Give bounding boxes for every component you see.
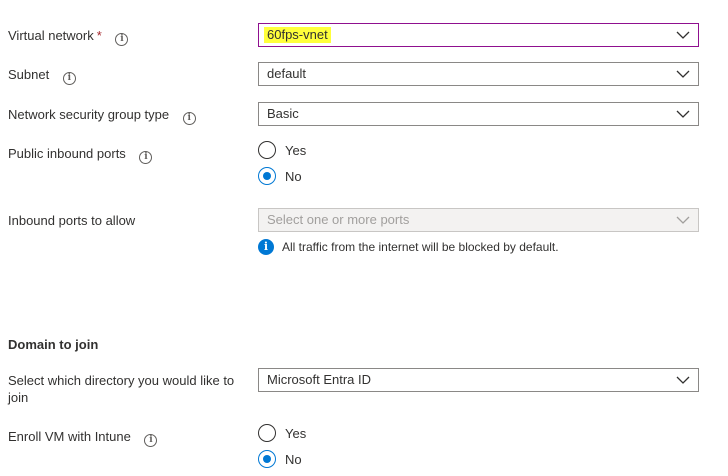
- inbound-ports-label: Inbound ports to allow: [8, 213, 136, 228]
- info-icon[interactable]: i: [144, 434, 158, 447]
- nsg-type-label: Network security group type i: [8, 106, 196, 125]
- radio-circle[interactable]: [258, 141, 276, 159]
- nsg-type-value: Basic: [267, 106, 299, 121]
- virtual-network-label: Virtual network * i: [8, 27, 129, 46]
- notice-text: All traffic from the internet will be bl…: [282, 240, 559, 254]
- enroll-intune-label: Enroll VM with Intune i: [8, 428, 158, 447]
- radio-circle[interactable]: [258, 167, 276, 185]
- inbound-ports-placeholder: Select one or more ports: [267, 212, 410, 227]
- info-icon[interactable]: i: [115, 33, 129, 46]
- radio-circle[interactable]: [258, 450, 276, 468]
- virtual-network-dropdown[interactable]: 60fps-vnet: [258, 23, 699, 47]
- virtual-network-value: 60fps-vnet: [264, 27, 331, 43]
- inbound-ports-dropdown: Select one or more ports: [258, 208, 699, 232]
- subnet-label: Subnet i: [8, 66, 76, 85]
- info-icon[interactable]: i: [62, 72, 76, 85]
- chevron-down-icon: [676, 70, 690, 78]
- radio-circle[interactable]: [258, 424, 276, 442]
- info-icon[interactable]: i: [139, 151, 153, 164]
- info-filled-icon: i: [258, 239, 274, 255]
- required-asterisk: *: [96, 28, 102, 43]
- info-icon[interactable]: i: [182, 112, 196, 125]
- directory-dropdown[interactable]: Microsoft Entra ID: [258, 368, 699, 392]
- subnet-value: default: [267, 66, 307, 81]
- subnet-dropdown[interactable]: default: [258, 62, 699, 86]
- chevron-down-icon: [676, 216, 690, 224]
- section-title: Domain to join: [8, 337, 99, 352]
- chevron-down-icon: [676, 110, 690, 118]
- nsg-type-dropdown[interactable]: Basic: [258, 102, 699, 126]
- directory-label: Select which directory you would like to…: [8, 373, 235, 405]
- chevron-down-icon: [676, 376, 690, 384]
- directory-value: Microsoft Entra ID: [267, 372, 372, 387]
- public-inbound-ports-label: Public inbound ports i: [8, 145, 153, 164]
- chevron-down-icon: [676, 31, 690, 39]
